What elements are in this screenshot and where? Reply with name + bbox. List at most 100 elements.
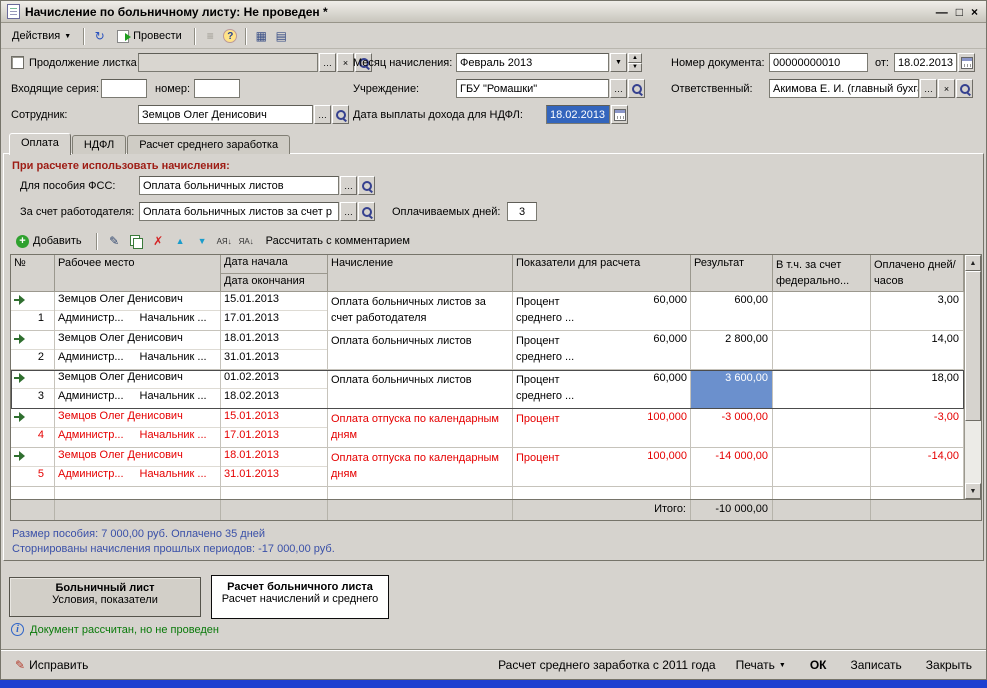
vertical-scrollbar[interactable]: ▲ ▼ — [964, 255, 981, 499]
close-window-button[interactable]: Закрыть — [922, 656, 976, 674]
list-settings-icon[interactable]: ▦ — [253, 28, 270, 44]
month-spinner[interactable]: ▲▼ — [628, 53, 642, 72]
post-button[interactable]: Провести — [111, 27, 188, 46]
cell-indicators[interactable]: Процентсреднего ... 60,000 — [513, 370, 691, 408]
minimize-button[interactable]: — — [936, 5, 948, 19]
cell-dates[interactable]: 18.01.2013 31.01.2013 — [221, 331, 328, 369]
cell-indicators[interactable]: Процент 100,000 — [513, 448, 691, 486]
close-button[interactable]: × — [971, 5, 978, 19]
spinner-up-icon[interactable]: ▲ — [628, 53, 642, 63]
fss-field[interactable]: Оплата больничных листов — [139, 176, 339, 195]
cell-federal[interactable] — [773, 292, 871, 330]
open-button[interactable] — [628, 79, 645, 98]
header-accrual[interactable]: Начисление — [328, 255, 513, 292]
fix-button[interactable]: ✎ Исправить — [11, 656, 92, 674]
structure-icon[interactable]: ▤ — [273, 28, 290, 44]
institution-field[interactable]: ГБУ "Ромашки" — [456, 79, 609, 98]
cell-accrual[interactable]: Оплата больничных листов — [328, 370, 513, 408]
cell-federal[interactable] — [773, 370, 871, 408]
sort-descending-button[interactable]: ЯА↓ — [238, 233, 255, 249]
spinner-down-icon[interactable]: ▼ — [628, 63, 642, 73]
cell-workplace[interactable]: Земцов Олег Денисович Администр...Началь… — [55, 448, 221, 486]
incoming-series-field[interactable] — [101, 79, 147, 98]
copy-row-button[interactable] — [128, 233, 145, 249]
subordination-icon[interactable]: ≡ — [202, 28, 219, 44]
header-workplace[interactable]: Рабочее место — [55, 255, 221, 292]
choose-button[interactable]: … — [920, 79, 937, 98]
scroll-down-button[interactable]: ▼ — [965, 483, 981, 499]
open-button[interactable] — [332, 105, 349, 124]
table-row[interactable]: 2 Земцов Олег Денисович Администр...Нача… — [11, 331, 964, 370]
help-button[interactable]: ? — [222, 28, 239, 44]
cell-accrual[interactable]: Оплата больничных листов за счет работод… — [328, 292, 513, 330]
cell-result-selected[interactable]: 3 600,00 — [691, 370, 773, 408]
cell-workplace[interactable]: Земцов Олег Денисович Администр...Началь… — [55, 331, 221, 369]
choose-button[interactable]: … — [610, 79, 627, 98]
header-indicators[interactable]: Показатели для расчета — [513, 255, 691, 292]
cell-dates[interactable]: 15.01.2013 17.01.2013 — [221, 292, 328, 330]
choose-button[interactable]: … — [314, 105, 331, 124]
doc-date-field[interactable]: 18.02.2013 — [894, 53, 957, 72]
cell-paid[interactable]: 3,00 — [871, 292, 964, 330]
maximize-button[interactable]: □ — [956, 5, 963, 19]
calendar-button[interactable] — [958, 53, 975, 72]
cell-result[interactable]: 600,00 — [691, 292, 773, 330]
choose-button[interactable]: … — [340, 176, 357, 195]
cell-num[interactable]: 3 — [11, 370, 55, 408]
cell-federal[interactable] — [773, 409, 871, 447]
cell-workplace[interactable]: Земцов Олег Денисович Администр...Началь… — [55, 370, 221, 408]
print-button[interactable]: Печать ▼ — [732, 656, 790, 674]
save-button[interactable]: Записать — [847, 656, 906, 674]
calc-with-comment-button[interactable]: Рассчитать с комментарием — [260, 232, 416, 250]
incoming-number-field[interactable] — [194, 79, 240, 98]
actions-menu-button[interactable]: Действия ▼ — [6, 27, 77, 45]
tab-payment[interactable]: Оплата — [9, 133, 71, 155]
move-up-button[interactable]: ▲ — [172, 233, 189, 249]
cell-paid[interactable]: -14,00 — [871, 448, 964, 486]
delete-row-button[interactable]: ✗ — [150, 233, 167, 249]
cell-num[interactable]: 5 — [11, 448, 55, 486]
table-row-storno[interactable]: 4 Земцов Олег Денисович Администр...Нача… — [11, 409, 964, 448]
header-federal[interactable]: В т.ч. за счет федерально... — [773, 255, 871, 292]
scrollbar-track[interactable] — [965, 271, 981, 483]
cell-workplace[interactable]: Земцов Олег Денисович Администр...Началь… — [55, 292, 221, 330]
cell-workplace[interactable]: Земцов Олег Денисович Администр...Началь… — [55, 409, 221, 447]
cell-result[interactable]: 2 800,00 — [691, 331, 773, 369]
move-down-button[interactable]: ▼ — [194, 233, 211, 249]
cell-num[interactable]: 2 — [11, 331, 55, 369]
table-row[interactable]: 1 Земцов Олег Денисович Администр...Нача… — [11, 292, 964, 331]
clear-button[interactable]: × — [337, 53, 354, 72]
cell-num[interactable]: 1 — [11, 292, 55, 330]
scroll-up-button[interactable]: ▲ — [965, 255, 981, 271]
tab-ndfl[interactable]: НДФЛ — [72, 135, 126, 154]
cell-indicators[interactable]: Процент 100,000 — [513, 409, 691, 447]
cell-num[interactable]: 4 — [11, 409, 55, 447]
continuation-checkbox[interactable] — [11, 56, 24, 69]
responsible-field[interactable]: Акимова Е. И. (главный бухгал — [769, 79, 919, 98]
page-sick-leave[interactable]: Больничный лист Условия, показатели — [9, 577, 201, 617]
table-row-current[interactable]: 3 Земцов Олег Денисович Администр...Нача… — [11, 370, 964, 409]
sort-ascending-button[interactable]: АЯ↓ — [216, 233, 233, 249]
cell-indicators[interactable]: Процентсреднего ... 60,000 — [513, 331, 691, 369]
paid-days-field[interactable]: 3 — [507, 202, 537, 221]
ok-button[interactable]: ОК — [806, 656, 831, 674]
month-dropdown-button[interactable]: ▼ — [610, 53, 627, 72]
choose-button[interactable]: … — [340, 202, 357, 221]
cell-paid[interactable]: 18,00 — [871, 370, 964, 408]
cell-paid[interactable]: -3,00 — [871, 409, 964, 447]
calendar-button[interactable] — [611, 105, 628, 124]
cell-federal[interactable] — [773, 448, 871, 486]
tab-average-earnings[interactable]: Расчет среднего заработка — [127, 135, 290, 154]
header-num[interactable]: № — [11, 255, 55, 292]
cell-result[interactable]: -14 000,00 — [691, 448, 773, 486]
cell-dates[interactable]: 15.01.2013 17.01.2013 — [221, 409, 328, 447]
employee-field[interactable]: Земцов Олег Денисович — [138, 105, 313, 124]
open-button[interactable] — [358, 202, 375, 221]
page-calculation[interactable]: Расчет больничного листа Расчет начислен… — [211, 575, 389, 619]
employer-field[interactable]: Оплата больничных листов за счет р — [139, 202, 339, 221]
cell-result[interactable]: -3 000,00 — [691, 409, 773, 447]
cell-dates[interactable]: 18.01.2013 31.01.2013 — [221, 448, 328, 486]
edit-row-button[interactable]: ✎ — [106, 233, 123, 249]
ndfl-date-field[interactable]: 18.02.2013 — [546, 105, 610, 124]
scrollbar-thumb[interactable] — [965, 271, 981, 421]
